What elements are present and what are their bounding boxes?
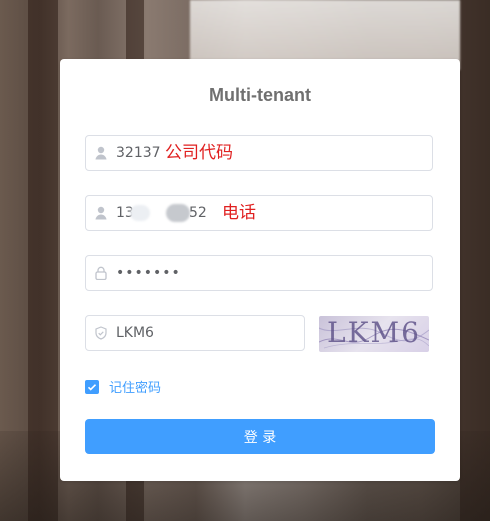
company-code-note: 公司代码 bbox=[165, 143, 233, 163]
company-code-value: 32137 bbox=[116, 145, 161, 161]
captcha-value: LKM6 bbox=[116, 325, 154, 341]
check-icon bbox=[87, 383, 97, 391]
remember-password-label: 记住密码 bbox=[109, 381, 162, 396]
remember-password-checkbox[interactable]: 记住密码 bbox=[85, 377, 161, 396]
captcha-image[interactable]: LKM6 bbox=[319, 316, 429, 352]
lock-icon bbox=[95, 266, 107, 280]
checkbox-box[interactable] bbox=[85, 379, 99, 394]
user-icon bbox=[95, 206, 107, 220]
redaction-blur bbox=[130, 205, 150, 221]
redaction-blur bbox=[166, 204, 190, 222]
login-card: Multi-tenant 32137 公司代码 13 52 电话 ••••••• bbox=[60, 59, 460, 481]
login-button[interactable]: 登 录 bbox=[85, 419, 435, 454]
shield-icon bbox=[95, 326, 107, 340]
phone-note: 电话 bbox=[222, 203, 256, 223]
page-title: Multi-tenant bbox=[209, 85, 311, 105]
password-field[interactable]: ••••••• bbox=[85, 255, 433, 291]
company-code-field[interactable]: 32137 公司代码 bbox=[85, 135, 433, 171]
user-icon bbox=[95, 146, 107, 160]
phone-value-suffix: 52 bbox=[189, 205, 207, 221]
captcha-field[interactable]: LKM6 bbox=[85, 315, 305, 351]
phone-field[interactable]: 13 52 电话 bbox=[85, 195, 433, 231]
captcha-text: LKM6 bbox=[327, 316, 421, 349]
password-value: ••••••• bbox=[116, 265, 181, 281]
